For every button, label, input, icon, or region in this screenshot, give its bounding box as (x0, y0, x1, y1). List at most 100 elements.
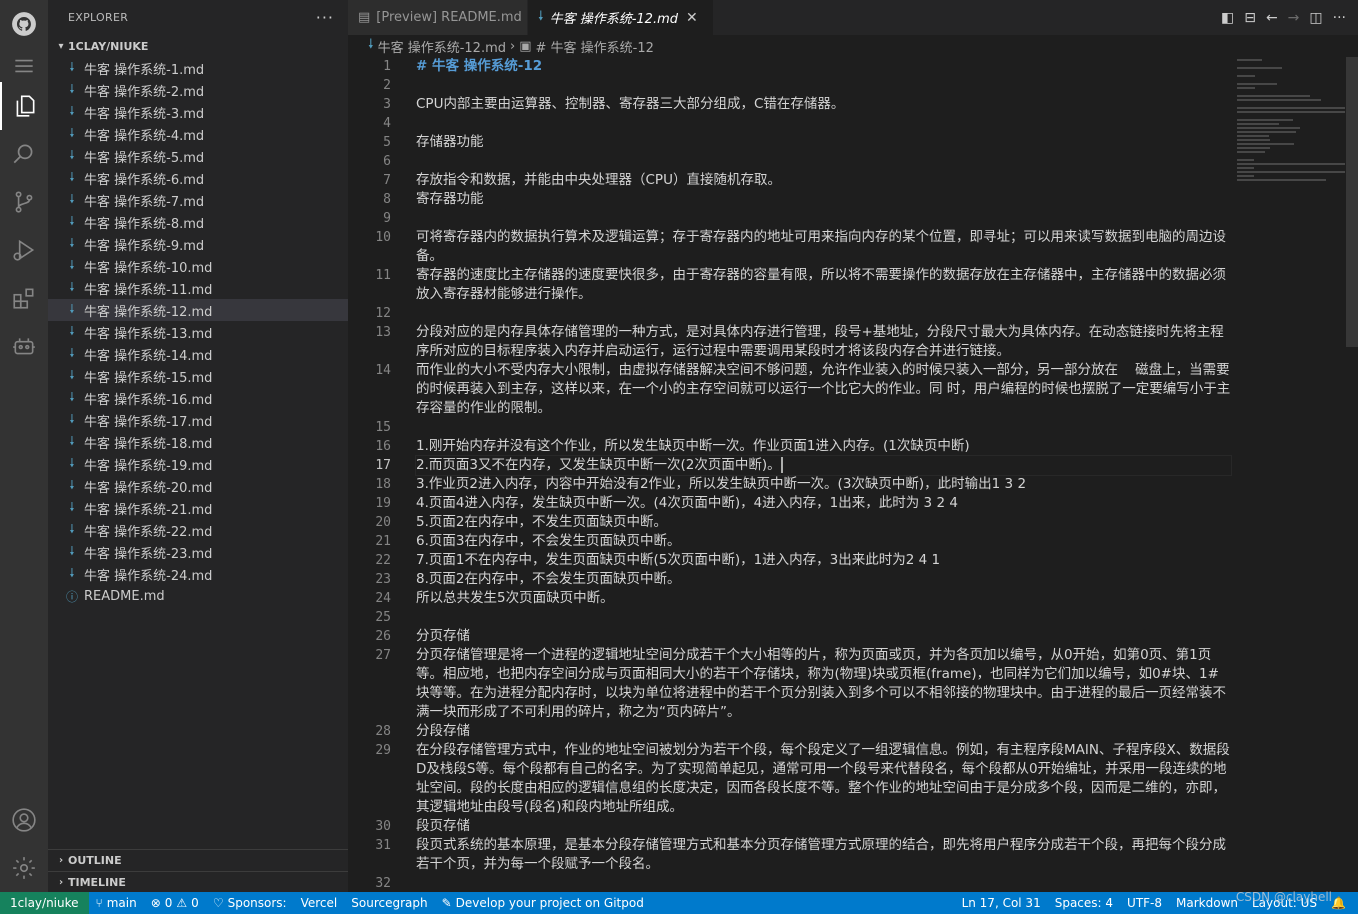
editor-line[interactable]: 19 4.页面4进入内存，发生缺页中断一次。(4次页面中断)，4进入内存，1出来，… (348, 494, 1358, 513)
editor-line[interactable]: 28 分段存储 (348, 722, 1358, 741)
editor-line[interactable]: 26 分页存储 (348, 627, 1358, 646)
editor-line[interactable]: 32 (348, 874, 1358, 892)
editor-line[interactable]: 9 (348, 209, 1358, 228)
file-item[interactable]: 🠗 牛客 操作系统-24.md (48, 563, 348, 585)
run-debug-icon[interactable] (0, 226, 48, 274)
open-changes-icon[interactable]: ⊟ (1244, 10, 1256, 26)
file-item[interactable]: 🠗 牛客 操作系统-7.md (48, 189, 348, 211)
file-item[interactable]: 🠗 牛客 操作系统-14.md (48, 343, 348, 365)
problems-item[interactable]: ⊗ 0 ⚠ 0 (144, 896, 206, 910)
editor-line[interactable]: 30 段页存储 (348, 817, 1358, 836)
editor-line[interactable]: 4 (348, 114, 1358, 133)
file-item[interactable]: 🠗 牛客 操作系统-12.md (48, 299, 348, 321)
editor-line[interactable]: 18 3.作业页2进入内存，内容中开始没有2作业，所以发生缺页中断一次。(3次缺页… (348, 475, 1358, 494)
file-item[interactable]: 🠗 牛客 操作系统-23.md (48, 541, 348, 563)
line-text: 7.页面1不在内存中，发生页面缺页中断(5次页面中断)，1进入内存，3出来此时为… (416, 552, 941, 568)
sourcegraph-item[interactable]: Sourcegraph (344, 896, 434, 910)
file-item[interactable]: 🠗 牛客 操作系统-15.md (48, 365, 348, 387)
editor-line[interactable]: 12 (348, 304, 1358, 323)
file-item[interactable]: 🠗 牛客 操作系统-2.md (48, 79, 348, 101)
cursor-position[interactable]: Ln 17, Col 31 (955, 896, 1048, 910)
file-item[interactable]: 🠗 牛客 操作系统-13.md (48, 321, 348, 343)
editor-line[interactable]: 31 段页式系统的基本原理，是基本分段存储管理方式和基本分页存储管理方式原理的结合… (348, 836, 1358, 874)
folder-root[interactable]: ▾ 1CLAY/NIUKE (48, 35, 348, 57)
editor-line[interactable]: 6 (348, 152, 1358, 171)
vercel-item[interactable]: Vercel (294, 896, 345, 910)
remote-explorer-icon[interactable] (0, 322, 48, 370)
editor-line[interactable]: 2 (348, 76, 1358, 95)
scrollbar-thumb[interactable] (1346, 57, 1358, 347)
file-item[interactable]: 🠗 牛客 操作系统-3.md (48, 101, 348, 123)
editor-line[interactable]: 13 分段对应的是内存具体存储管理的一种方式，是对具体内存进行管理，段号+基地址，… (348, 323, 1358, 361)
editor-line[interactable]: 11 寄存器的速度比主存储器的速度要快很多，由于寄存器的容量有限，所以将不需要操作… (348, 266, 1358, 304)
minimap[interactable] (1237, 57, 1345, 227)
split-editor-icon[interactable]: ◫ (1309, 10, 1322, 26)
editor-line[interactable]: 24 所以总共发生5次页面缺页中断。 (348, 589, 1358, 608)
source-control-icon[interactable] (0, 178, 48, 226)
line-text: 6.页面3在内存中，不会发生页面缺页中断。 (416, 533, 681, 549)
file-item[interactable]: 🠗 牛客 操作系统-5.md (48, 145, 348, 167)
file-item[interactable]: 🠗 牛客 操作系统-17.md (48, 409, 348, 431)
error-count: 0 (164, 896, 173, 910)
account-icon[interactable] (0, 796, 48, 844)
file-item[interactable]: 🠗 牛客 操作系统-1.md (48, 57, 348, 79)
breadcrumb-symbol[interactable]: # 牛客 操作系统-12 (536, 37, 654, 56)
more-actions-icon[interactable]: ··· (1333, 10, 1346, 26)
file-item[interactable]: 🠗 牛客 操作系统-18.md (48, 431, 348, 453)
editor-line[interactable]: 16 1.刚开始内存并没有这个作业，所以发生缺页中断一次。作业页面1进入内存。(1… (348, 437, 1358, 456)
editor-content[interactable]: 1 # 牛客 操作系统-12 2 3 CPU内部主要由运算器、控制器、寄存器三大部分组成… (348, 57, 1358, 892)
editor-line[interactable]: 15 (348, 418, 1358, 437)
more-actions-icon[interactable]: ··· (316, 8, 334, 27)
outline-section[interactable]: › OUTLINE (48, 849, 348, 871)
editor-line[interactable]: 20 5.页面2在内存中，不发生页面缺页中断。 (348, 513, 1358, 532)
github-icon[interactable] (0, 0, 48, 48)
editor-line[interactable]: 5 存储器功能 (348, 133, 1358, 152)
sponsors-item[interactable]: ♡ Sponsors: (206, 896, 294, 910)
editor-line[interactable]: 27 分页存储管理是将一个进程的逻辑地址空间分成若干个大小相等的片，称为页面或页，… (348, 646, 1358, 722)
file-item[interactable]: 🠗 牛客 操作系统-21.md (48, 497, 348, 519)
editor-line[interactable]: 17 2.而页面3又不在内存，又发生缺页中断一次(2次页面中断)。 (348, 455, 1358, 476)
editor-line[interactable]: 23 8.页面2在内存中，不会发生页面缺页中断。 (348, 570, 1358, 589)
file-item[interactable]: 🠗 牛客 操作系统-22.md (48, 519, 348, 541)
editor-line[interactable]: 3 CPU内部主要由运算器、控制器、寄存器三大部分组成，C错在存储器。 (348, 95, 1358, 114)
file-item[interactable]: 🠗 牛客 操作系统-10.md (48, 255, 348, 277)
file-item[interactable]: 🠗 牛客 操作系统-11.md (48, 277, 348, 299)
go-forward-icon[interactable]: → (1288, 10, 1300, 26)
breadcrumb-file[interactable]: 牛客 操作系统-12.md (378, 37, 506, 56)
branch-item[interactable]: ⑂ main (89, 896, 144, 910)
search-icon[interactable] (0, 130, 48, 178)
editor-line[interactable]: 1 # 牛客 操作系统-12 (348, 57, 1358, 76)
editor-line[interactable]: 8 寄存器功能 (348, 190, 1358, 209)
file-item[interactable]: 🠗 牛客 操作系统-6.md (48, 167, 348, 189)
editor-line[interactable]: 25 (348, 608, 1358, 627)
markdown-icon: 🠗 (69, 213, 75, 228)
open-preview-side-icon[interactable]: ◧ (1221, 10, 1234, 26)
editor-line[interactable]: 22 7.页面1不在内存中，发生页面缺页中断(5次页面中断)，1进入内存，3出来此… (348, 551, 1358, 570)
file-item[interactable]: 🠗 牛客 操作系统-9.md (48, 233, 348, 255)
indentation[interactable]: Spaces: 4 (1048, 896, 1120, 910)
explorer-icon[interactable] (0, 82, 48, 130)
editor-line[interactable]: 29 在分段存储管理方式中，作业的地址空间被划分为若干个段，每个段定义了一组逻辑信… (348, 741, 1358, 817)
editor-line[interactable]: 7 存放指令和数据，并能由中央处理器（CPU）直接随机存取。 (348, 171, 1358, 190)
close-icon[interactable]: ✕ (686, 10, 698, 26)
file-item[interactable]: 🠗 牛客 操作系统-20.md (48, 475, 348, 497)
language-mode[interactable]: Markdown (1169, 896, 1245, 910)
file-item[interactable]: 🠗 牛客 操作系统-4.md (48, 123, 348, 145)
file-readme[interactable]: ⓘ README.md (48, 585, 348, 607)
file-item[interactable]: 🠗 牛客 操作系统-8.md (48, 211, 348, 233)
editor-line[interactable]: 21 6.页面3在内存中，不会发生页面缺页中断。 (348, 532, 1358, 551)
editor-line[interactable]: 14 而作业的大小不受内存大小限制，由虚拟存储器解决空间不够问题，允许作业装入的时… (348, 361, 1358, 418)
gitpod-item[interactable]: ✎ Develop your project on Gitpod (435, 896, 651, 910)
editor-line[interactable]: 10 可将寄存器内的数据执行算术及逻辑运算；存于寄存器内的地址可用来指向内存的某个… (348, 228, 1358, 266)
go-back-icon[interactable]: ← (1266, 10, 1278, 26)
timeline-section[interactable]: › TIMELINE (48, 871, 348, 893)
extensions-icon[interactable] (0, 274, 48, 322)
remote-indicator[interactable]: 1clay/niuke (0, 892, 89, 914)
file-item[interactable]: 🠗 牛客 操作系统-16.md (48, 387, 348, 409)
file-item[interactable]: 🠗 牛客 操作系统-19.md (48, 453, 348, 475)
settings-gear-icon[interactable] (0, 844, 48, 892)
tab-preview-readme[interactable]: ▤ [Preview] README.md (348, 0, 528, 35)
tab-active-file[interactable]: 🠗 牛客 操作系统-12.md ✕ (528, 0, 714, 35)
explorer-header: EXPLORER ··· (48, 0, 348, 35)
encoding[interactable]: UTF-8 (1120, 896, 1169, 910)
